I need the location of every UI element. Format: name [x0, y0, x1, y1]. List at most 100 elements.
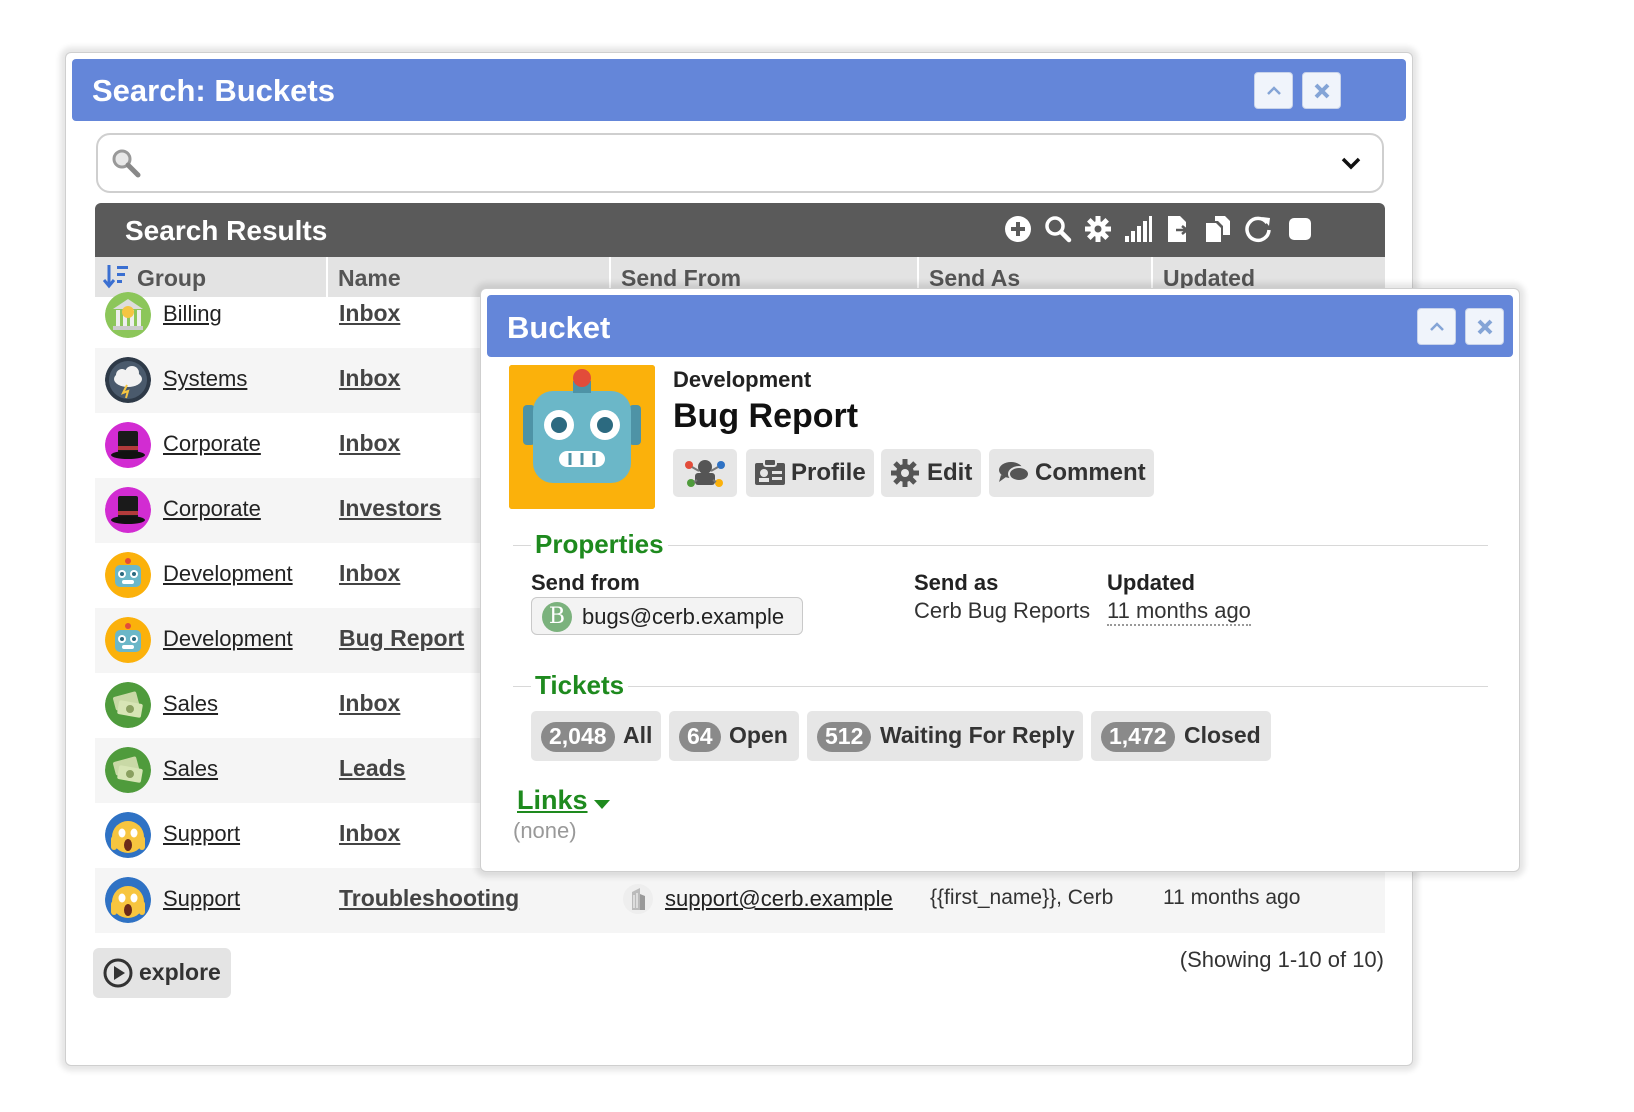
row-updated: 11 months ago — [1163, 886, 1301, 909]
bucket-popup: Bucket Development Bug Report Profile Ed… — [480, 288, 1520, 872]
tickets-all-button[interactable]: 2,048 All — [531, 711, 661, 761]
pagination-summary: (Showing 1-10 of 10) — [1179, 947, 1384, 972]
row-group-link[interactable]: Sales — [163, 691, 218, 717]
chevron-down-icon[interactable] — [1340, 155, 1362, 171]
row-name-link[interactable]: Inbox — [339, 365, 400, 392]
row-name-link[interactable]: Inbox — [339, 430, 400, 457]
row-name-link[interactable]: Inbox — [339, 300, 400, 327]
send-as-value: Cerb Bug Reports — [914, 598, 1091, 623]
tickets-closed-button[interactable]: 1,472 Closed — [1091, 711, 1271, 761]
export-button[interactable] — [1163, 214, 1193, 244]
robot-icon — [105, 552, 151, 598]
bot-icon — [685, 460, 725, 487]
bucket-collapse-button[interactable] — [1417, 308, 1456, 345]
money-icon — [105, 747, 151, 793]
top-hat-icon — [105, 422, 151, 468]
magnifier-icon — [112, 149, 141, 178]
row-group-link[interactable]: Systems — [163, 366, 247, 392]
refresh-icon — [1245, 216, 1271, 243]
row-name-link[interactable]: Bug Report — [339, 625, 464, 652]
top-hat-icon — [105, 487, 151, 533]
bucket-name: Bug Report — [673, 397, 859, 435]
caret-down-icon[interactable] — [594, 800, 610, 809]
row-name-link[interactable]: Inbox — [339, 820, 400, 847]
send-from-label: Send from — [531, 570, 640, 595]
copy-button[interactable] — [1203, 214, 1233, 244]
profile-label: Profile — [791, 459, 866, 486]
send-from-address-chip[interactable]: B bugs@cerb.example — [531, 597, 803, 635]
search-tool-button[interactable] — [1043, 214, 1073, 244]
collapse-button[interactable] — [1254, 72, 1293, 109]
gear-icon — [1085, 216, 1111, 242]
robot-icon — [509, 365, 655, 509]
add-button[interactable] — [1003, 214, 1033, 244]
send-as-label: Send as — [914, 570, 999, 595]
row-group-link[interactable]: Billing — [163, 301, 222, 327]
links-toggle[interactable]: Links — [517, 785, 588, 816]
comment-label: Comment — [1035, 459, 1146, 486]
tickets-closed-label: Closed — [1184, 722, 1261, 748]
row-group-link[interactable]: Support — [163, 821, 240, 847]
tickets-waiting-button[interactable]: 512 Waiting For Reply — [807, 711, 1083, 761]
edit-label: Edit — [927, 459, 973, 486]
chart-button[interactable] — [1123, 214, 1153, 244]
search-input[interactable] — [158, 145, 1298, 183]
address-badge-icon: B — [542, 602, 572, 632]
updated-label: Updated — [1107, 570, 1195, 595]
row-group-link[interactable]: Support — [163, 886, 240, 912]
checkbox-icon — [1289, 218, 1311, 240]
close-icon — [1477, 319, 1492, 334]
search-window-title: Search: Buckets — [92, 73, 335, 108]
row-name-link[interactable]: Investors — [339, 495, 441, 522]
tickets-all-label: All — [623, 722, 653, 748]
search-box[interactable] — [96, 133, 1384, 193]
updated-value: 11 months ago — [1107, 598, 1251, 626]
bot-actions-button[interactable] — [673, 449, 737, 497]
tickets-all-count: 2,048 — [541, 722, 615, 752]
scream-face-icon — [105, 877, 151, 923]
tickets-closed-count: 1,472 — [1101, 722, 1175, 752]
table-row: Support Troubleshooting support@cerb.exa… — [95, 868, 1385, 933]
search-window-titlebar: Search: Buckets — [72, 59, 1406, 121]
comment-button[interactable]: Comment — [989, 449, 1154, 497]
row-group-link[interactable]: Development — [163, 561, 293, 587]
bucket-close-button[interactable] — [1465, 308, 1504, 345]
tickets-open-label: Open — [729, 722, 788, 748]
row-name-link[interactable]: Troubleshooting — [339, 885, 519, 912]
bank-icon — [105, 292, 151, 338]
explore-button[interactable]: explore — [93, 948, 231, 998]
building-icon — [623, 884, 653, 914]
add-icon — [1005, 216, 1031, 242]
properties-heading: Properties — [531, 529, 668, 560]
close-icon — [1314, 83, 1329, 98]
row-send-from-link[interactable]: support@cerb.example — [665, 886, 893, 912]
money-icon — [105, 682, 151, 728]
tickets-open-button[interactable]: 64 Open — [669, 711, 799, 761]
tickets-heading: Tickets — [531, 670, 629, 701]
row-group-link[interactable]: Development — [163, 626, 293, 652]
explore-label: explore — [139, 959, 221, 985]
search-results-header: Search Results — [95, 203, 1385, 257]
edit-button[interactable]: Edit — [881, 449, 981, 497]
close-button[interactable] — [1302, 72, 1341, 109]
bucket-window-title: Bucket — [507, 310, 611, 345]
scream-face-icon — [105, 812, 151, 858]
id-card-icon — [755, 458, 785, 485]
settings-button[interactable] — [1083, 214, 1113, 244]
row-group-link[interactable]: Corporate — [163, 431, 261, 457]
row-name-link[interactable]: Leads — [339, 755, 405, 782]
select-all-checkbox[interactable] — [1285, 214, 1315, 244]
refresh-button[interactable] — [1243, 214, 1273, 244]
export-icon — [1168, 216, 1190, 242]
tickets-waiting-count: 512 — [817, 722, 872, 752]
row-group-link[interactable]: Sales — [163, 756, 218, 782]
row-name-link[interactable]: Inbox — [339, 690, 400, 717]
copy-icon — [1206, 216, 1230, 242]
profile-button[interactable]: Profile — [746, 449, 874, 497]
row-name-link[interactable]: Inbox — [339, 560, 400, 587]
send-from-address: bugs@cerb.example — [582, 604, 785, 629]
gear-icon — [891, 459, 919, 487]
row-group-link[interactable]: Corporate — [163, 496, 261, 522]
search-icon — [1045, 216, 1072, 243]
links-value: (none) — [513, 818, 577, 843]
